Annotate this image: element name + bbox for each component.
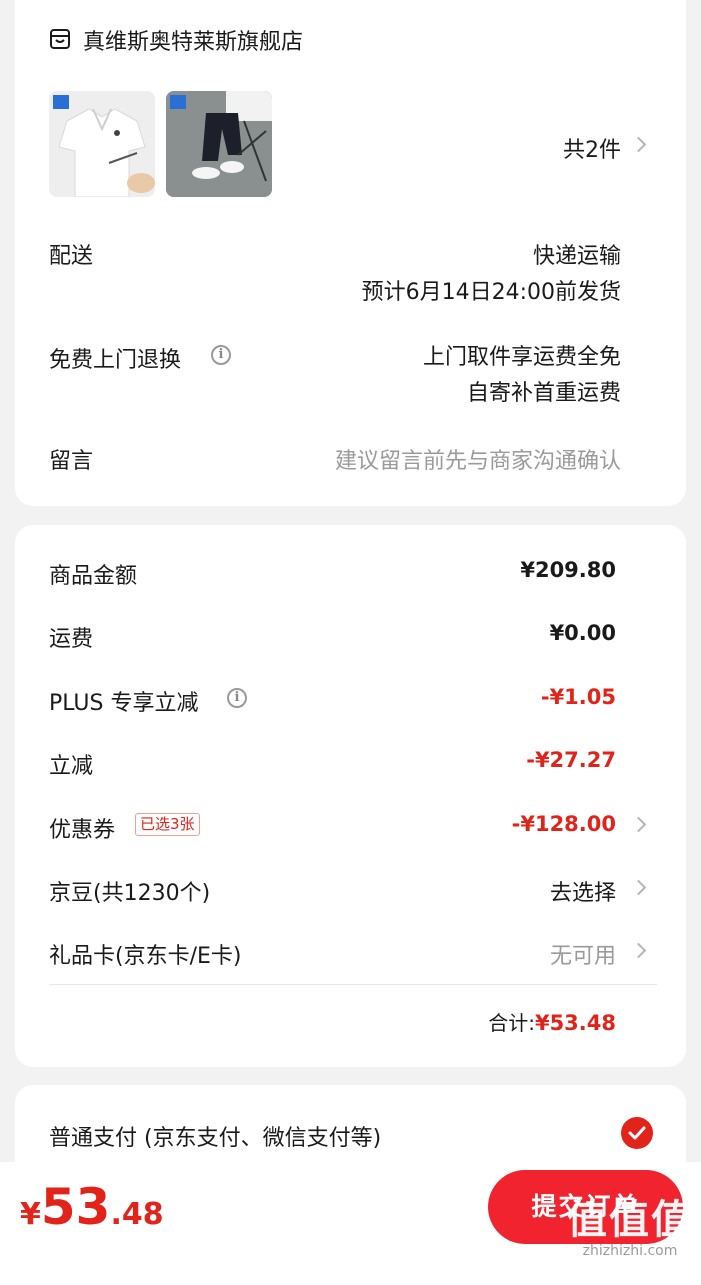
watermark-text: 值值值 [567, 1197, 693, 1243]
jd-beans-value[interactable]: 去选择 [415, 875, 616, 907]
goods-amount-value: ¥209.80 [520, 558, 616, 582]
message-input[interactable]: 建议留言前先与商家沟通确认 [255, 443, 621, 475]
order-total-value: ¥53.48 [534, 1011, 616, 1035]
bottom-total: ¥53.48 [20, 1178, 164, 1236]
info-icon[interactable]: i [227, 688, 247, 708]
info-icon[interactable]: i [211, 345, 231, 365]
watermark-logo: 值值值 zhizhizhi.com [567, 1198, 693, 1260]
shop-name[interactable]: 真维斯奥特莱斯旗舰店 [83, 24, 303, 56]
checkmark-icon[interactable] [621, 1117, 653, 1149]
message-label: 留言 [49, 449, 94, 474]
instant-discount-label: 立减 [49, 754, 94, 779]
gift-card-label: 礼品卡(京东卡/E卡) [49, 944, 242, 969]
coupon-value[interactable]: -¥128.00 [415, 812, 616, 836]
shop-icon [48, 27, 72, 51]
delivery-method[interactable]: 快递运输 [315, 238, 621, 270]
watermark-url: zhizhizhi.com [582, 1243, 678, 1259]
item-count-prefix: 共 [562, 138, 585, 163]
item-count-value: 2 [584, 138, 599, 163]
shipping-label: 运费 [49, 627, 94, 652]
coupon-label: 优惠券 [49, 818, 116, 843]
order-total-label: 合计: [488, 1011, 535, 1035]
order-total: 合计:¥53.48 [315, 1007, 616, 1036]
item-count[interactable]: 共2件 [485, 132, 621, 164]
item-count-suffix: 件 [598, 138, 621, 163]
chevron-right-icon [630, 136, 647, 153]
bottom-amount-dec: .48 [110, 1197, 164, 1232]
delivery-label: 配送 [49, 244, 94, 269]
shipping-value: ¥0.00 [549, 621, 616, 645]
gift-card-value[interactable]: 无可用 [415, 938, 616, 970]
plus-discount-label: PLUS 专享立减 [49, 691, 199, 716]
chevron-right-icon [630, 879, 647, 896]
product-thumb-polo[interactable] [49, 91, 155, 197]
chevron-right-icon [630, 816, 647, 833]
free-return-line2: 自寄补首重运费 [466, 381, 621, 406]
free-return-line1: 上门取件享运费全免 [422, 345, 621, 370]
bottom-amount-int: 53 [40, 1178, 111, 1236]
price-card: 商品金额 ¥209.80 运费 ¥0.00 PLUS 专享立减 i -¥1.05… [15, 525, 686, 1067]
bottom-currency: ¥ [20, 1197, 41, 1232]
instant-discount-value: -¥27.27 [526, 748, 616, 772]
shop-card: 真维斯奥特莱斯旗舰店 共2件 配送 快递运输 预计6月14日24:00前发货 免… [15, 0, 686, 506]
coupon-badge: 已选3张 [135, 813, 200, 836]
product-thumb-pants[interactable] [166, 91, 272, 197]
plus-discount-value: -¥1.05 [540, 685, 616, 709]
divider [49, 984, 657, 985]
payment-method-label[interactable]: 普通支付 (京东支付、微信支付等) [49, 1120, 381, 1152]
chevron-right-icon [630, 942, 647, 959]
free-return-label: 免费上门退换 [49, 348, 182, 373]
jd-beans-label: 京豆(共1230个) [49, 881, 211, 906]
goods-amount-label: 商品金额 [49, 564, 138, 589]
delivery-eta: 预计6月14日24:00前发货 [361, 280, 621, 305]
